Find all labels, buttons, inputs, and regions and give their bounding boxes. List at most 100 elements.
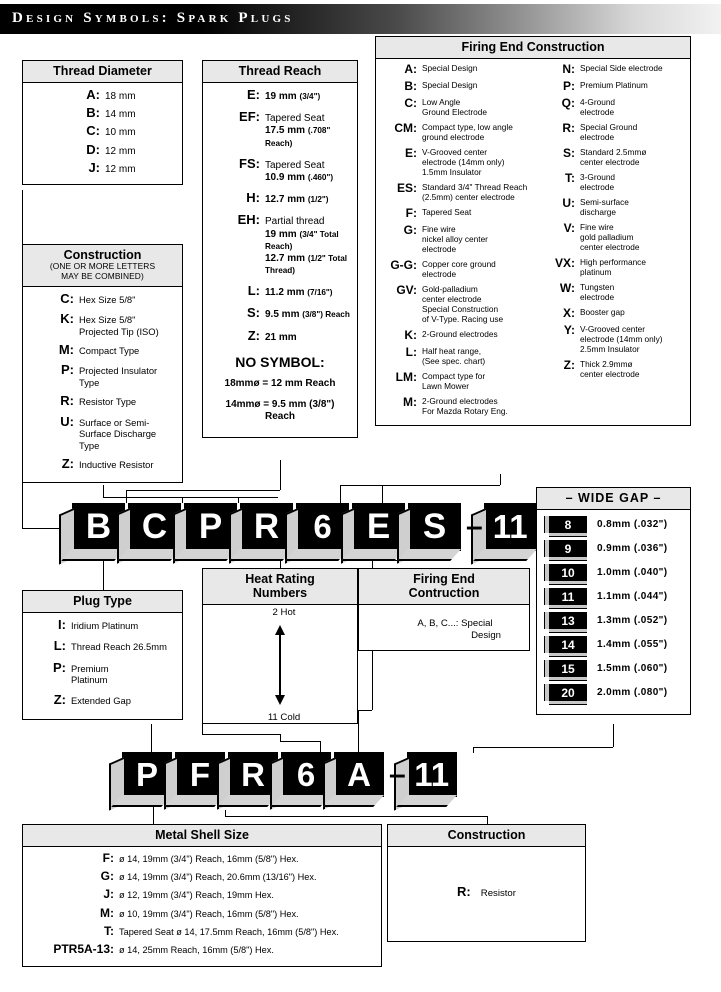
list-item: Z: Extended Gap (27, 692, 178, 707)
code-tile-suffix: 11 (406, 752, 457, 797)
heat-rating-hot-label: 2 Hot (272, 607, 296, 618)
list-item: H: 12.7 mm (1/2") (207, 190, 353, 206)
symbol-key: ES: (396, 181, 417, 196)
wide-gap-title: – WIDE GAP – (537, 488, 690, 510)
symbol-key: EF: (239, 109, 260, 125)
symbol-value: Semi-surface discharge (580, 197, 629, 217)
symbol-key: R: (562, 121, 575, 136)
list-item: L: Half heat range, (See spec. chart) (378, 345, 530, 367)
list-item: G-G: Copper core ground electrode (378, 258, 530, 280)
gap-value: 0.8mm (.032") (597, 519, 668, 530)
symbol-value: Fine wire gold palladium center electrode (580, 221, 640, 252)
heat-rating-title: Heat Rating Numbers (203, 569, 357, 605)
firing-end-body: A: Special Design B: Special Design C: Low … (376, 59, 690, 425)
list-item: W: Tungsten electrode (536, 281, 688, 303)
symbol-key: GV: (396, 282, 417, 297)
symbol-key: G: (100, 869, 114, 884)
symbol-key: G: (403, 223, 417, 238)
list-item: X: Booster gap (536, 306, 688, 320)
list-item: T: Tapered Seat ø 14, 17.5mm Reach, 16mm … (27, 924, 377, 938)
symbol-value: Premium Platinum (71, 662, 109, 686)
list-item: J: ø 12, 19mm (3/4") Reach, 19mm Hex. (27, 888, 377, 901)
list-item: Q: 4-Ground electrode (536, 97, 688, 118)
gap-code-chip: 13 (549, 612, 587, 629)
symbol-key: V: (563, 220, 575, 235)
list-item: Z: Inductive Resistor (27, 456, 178, 471)
heat-rating-panel: Heat Rating Numbers 2 Hot 11 Cold (202, 568, 358, 724)
list-item: R: Resistor (392, 884, 581, 900)
list-item: LM: Compact type for Lawn Mower (378, 370, 530, 392)
list-item: CM: Compact type, low angle ground electro… (378, 122, 530, 143)
symbol-key: M: (58, 342, 74, 358)
construction-bottom-panel: Construction R: Resistor (387, 824, 586, 942)
firing-end-title: Firing End Construction (376, 37, 690, 59)
list-item: U: Surface or Semi- Surface Discharge Type (27, 414, 178, 451)
firing-end-construction-panel: Firing End Construction A: Special Design… (375, 36, 691, 426)
symbol-value: Booster gap (580, 306, 625, 317)
gap-code-chip: 14 (549, 636, 587, 653)
firing-end-small-panel: Firing End Contruction A, B, C...: Specia… (358, 568, 530, 651)
symbol-value: V-Grooved center electrode (14mm only) 1.5… (422, 147, 505, 178)
list-item: F: Tapered Seat (378, 206, 530, 220)
symbol-key: S: (247, 305, 260, 321)
list-item: B: Special Design (378, 79, 530, 93)
header-banner: Design Symbols: Spark Plugs (0, 4, 721, 34)
list-item: A: 18 mm (27, 87, 178, 103)
symbol-value: 2-Ground electrodes For Mazda Rotary Eng. (422, 395, 508, 416)
symbol-value: Tapered Seat 17.5 mm (.708" Reach) (265, 113, 331, 148)
page-title: Design Symbols: Spark Plugs (12, 10, 294, 26)
heat-rating-cold-label: 11 Cold (267, 712, 301, 723)
firing-end-small-text: A, B, C...: Special Design (417, 618, 501, 641)
symbol-value: V-Grooved center electrode (14mm only) 2.5… (580, 323, 663, 354)
symbol-key: P: (53, 659, 66, 675)
list-item: M: ø 10, 19mm (3/4") Reach, 16mm (5/8") H… (27, 906, 377, 920)
symbol-key: K: (60, 311, 74, 327)
symbol-key: Q: (561, 96, 575, 111)
symbol-key: I: (58, 617, 66, 632)
list-item: D: 12 mm (27, 142, 178, 158)
plug-type-title: Plug Type (23, 591, 182, 613)
list-item: 8 0.8mm (.032") (543, 516, 684, 533)
symbol-key: C: (60, 290, 74, 306)
thread-diameter-panel: Thread Diameter A: 18 mm B: 14 mm C: 10 mm … (22, 60, 183, 185)
no-symbol-line-2: 14mmø = 9.5 mm (3/8") Reach (225, 398, 335, 422)
gap-value: 1.0mm (.040") (597, 567, 668, 578)
symbol-value: Thread Reach 26.5mm (71, 641, 167, 653)
thread-reach-panel: Thread Reach E: 19 mm (3/4") EF: Tapered… (202, 60, 358, 438)
symbol-value: Iridium Platinum (71, 620, 139, 631)
symbol-key: C: (404, 96, 417, 111)
plug-type-panel: Plug Type I: Iridium Platinum L: Thread Re… (22, 590, 183, 720)
symbol-key: FS: (239, 155, 260, 171)
symbol-key: P: (61, 362, 74, 378)
symbol-value: 9.5 mm (3/8") Reach (265, 309, 350, 321)
symbol-value: Gold-palladium center electrode Special Co… (422, 283, 504, 324)
gap-value: 1.4mm (.055") (597, 639, 668, 650)
symbol-value: 3-Ground electrode (580, 172, 616, 193)
symbol-value: Compact Type (79, 345, 140, 357)
symbol-value: Projected Insulator Type (79, 365, 158, 388)
symbol-value: High performance platinum (580, 256, 646, 277)
symbol-value: Special Design (422, 63, 478, 73)
symbol-value: ø 14, 19mm (3/4") Reach, 20.6mm (13/16")… (119, 872, 317, 883)
symbol-value: Premium Platinum (580, 80, 648, 91)
list-item: FS: Tapered Seat 10.9 mm (.460") (207, 155, 353, 184)
gap-value: 1.1mm (.044") (597, 591, 668, 602)
list-item: G: ø 14, 19mm (3/4") Reach, 20.6mm (13/16… (27, 870, 377, 883)
list-item: F: ø 14, 19mm (3/4") Reach, 16mm (5/8") H… (27, 851, 377, 865)
gap-code-chip: 9 (549, 540, 587, 557)
list-item: E: 19 mm (3/4") (207, 87, 353, 103)
symbol-value: Compact type for Lawn Mower (422, 370, 486, 391)
symbol-value: ø 10, 19mm (3/4") Reach, 16mm (5/8") Hex… (119, 908, 299, 919)
list-item: L: 11.2 mm (7/16") (207, 283, 353, 299)
symbol-value: Tungsten electrode (580, 281, 615, 302)
symbol-value: Inductive Resistor (79, 458, 154, 470)
firing-end-right-column: N: Special Side electrode P: Premium Plati… (533, 62, 688, 421)
firing-end-left-column: A: Special Design B: Special Design C: Low … (378, 62, 533, 421)
symbol-value: 21 mm (265, 331, 297, 343)
list-item: ES: Standard 3/4" Thread Reach (2.5mm) cen… (378, 181, 530, 203)
symbol-key: F: (102, 851, 114, 865)
symbol-value: Fine wire nickel alloy center electrode (422, 224, 488, 255)
symbol-key: VX: (554, 255, 575, 270)
symbol-key: Y: (563, 322, 575, 337)
list-item: A: Special Design (378, 62, 530, 76)
